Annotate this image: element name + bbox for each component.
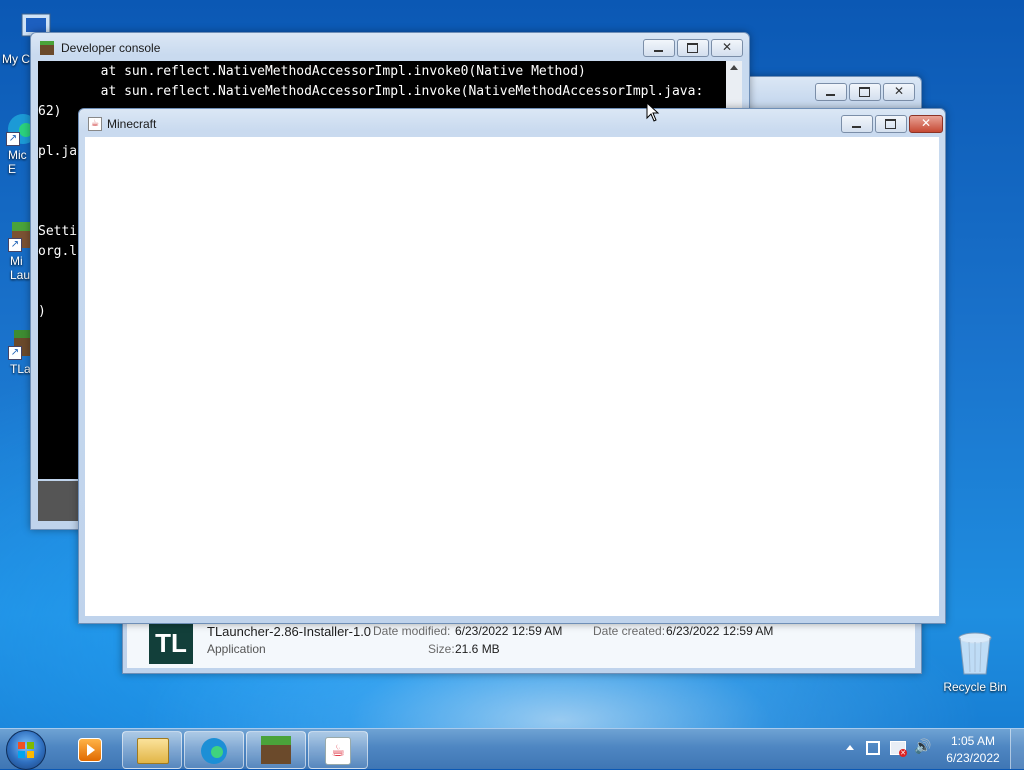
size-label: Size:: [428, 642, 455, 656]
minimize-button[interactable]: [815, 83, 847, 101]
console-line: ): [38, 304, 46, 319]
date-created-label: Date created:: [593, 624, 666, 638]
clock-time[interactable]: 1:05 AM: [950, 734, 996, 748]
file-type: Application: [207, 642, 266, 656]
grass-block-icon: [40, 41, 54, 55]
shortcut-arrow-icon: ↗: [6, 132, 20, 146]
window-title: Minecraft: [107, 117, 157, 131]
action-center-icon[interactable]: [866, 741, 880, 755]
volume-icon[interactable]: 🔊: [914, 739, 931, 755]
clock-date[interactable]: 6/23/2022: [944, 751, 1002, 765]
console-line: org.l: [38, 244, 78, 259]
windows-logo-icon: [18, 742, 34, 758]
edge-icon: [199, 736, 229, 769]
maximize-button[interactable]: [849, 83, 881, 101]
console-line: at sun.reflect.NativeMethodAccessorImpl.…: [38, 84, 704, 99]
desktop-icon-label: Recycle Bin: [943, 680, 1007, 694]
tlauncher-file-icon: TL: [149, 622, 193, 664]
minimize-button[interactable]: [643, 39, 675, 57]
java-icon: ☕: [88, 117, 102, 131]
shortcut-arrow-icon: ↗: [8, 238, 22, 252]
close-button[interactable]: ✕: [909, 115, 943, 133]
mouse-cursor-icon: [646, 101, 660, 125]
taskbar-app-java[interactable]: ☕: [308, 731, 368, 769]
show-hidden-icons-button[interactable]: [846, 745, 854, 750]
date-modified-label: Date modified:: [373, 624, 451, 638]
date-created-value: 6/23/2022 12:59 AM: [666, 624, 774, 638]
recycle-bin-icon: [955, 630, 995, 675]
show-desktop-button[interactable]: [1010, 729, 1024, 769]
date-modified-value: 6/23/2022 12:59 AM: [455, 624, 563, 638]
java-icon: ☕: [325, 737, 351, 765]
window-title: Developer console: [61, 41, 161, 55]
minecraft-canvas[interactable]: [85, 137, 939, 616]
scroll-up-arrow-icon[interactable]: [730, 65, 738, 70]
taskbar-app-media-player[interactable]: [60, 731, 118, 767]
console-window-controls: ✕: [643, 39, 743, 57]
console-line: 62): [38, 104, 62, 119]
console-line: at sun.reflect.NativeMethodAccessorImpl.…: [38, 64, 586, 79]
details-pane: TL TLauncher-2.86-Installer-1.0 Applicat…: [127, 617, 915, 668]
taskbar-app-edge[interactable]: [184, 731, 244, 769]
maximize-button[interactable]: [677, 39, 709, 57]
console-line: Setti: [38, 224, 78, 239]
file-name: TLauncher-2.86-Installer-1.0: [207, 624, 372, 639]
taskbar: ☕ ✕ 🔊 1:05 AM 6/23/2022: [0, 728, 1024, 770]
shortcut-arrow-icon: ↗: [8, 346, 22, 360]
minecraft-window[interactable]: ☕ Minecraft ✕: [78, 108, 946, 624]
minimize-button[interactable]: [841, 115, 873, 133]
media-player-icon: [78, 738, 102, 762]
taskbar-app-minecraft[interactable]: [246, 731, 306, 769]
minecraft-window-controls: ✕: [841, 115, 943, 133]
close-button[interactable]: ✕: [711, 39, 743, 57]
size-value: 21.6 MB: [455, 642, 500, 656]
console-line: pl.ja: [38, 144, 78, 159]
taskbar-app-file-explorer[interactable]: [122, 731, 182, 769]
desktop-icon-recycle-bin[interactable]: Recycle Bin: [940, 630, 1010, 694]
network-icon[interactable]: ✕: [890, 741, 907, 757]
minecraft-icon: [261, 736, 291, 764]
explorer-window-controls: ✕: [815, 83, 915, 101]
close-button[interactable]: ✕: [883, 83, 915, 101]
file-explorer-icon: [137, 738, 169, 764]
maximize-button[interactable]: [875, 115, 907, 133]
start-button[interactable]: [6, 730, 46, 770]
